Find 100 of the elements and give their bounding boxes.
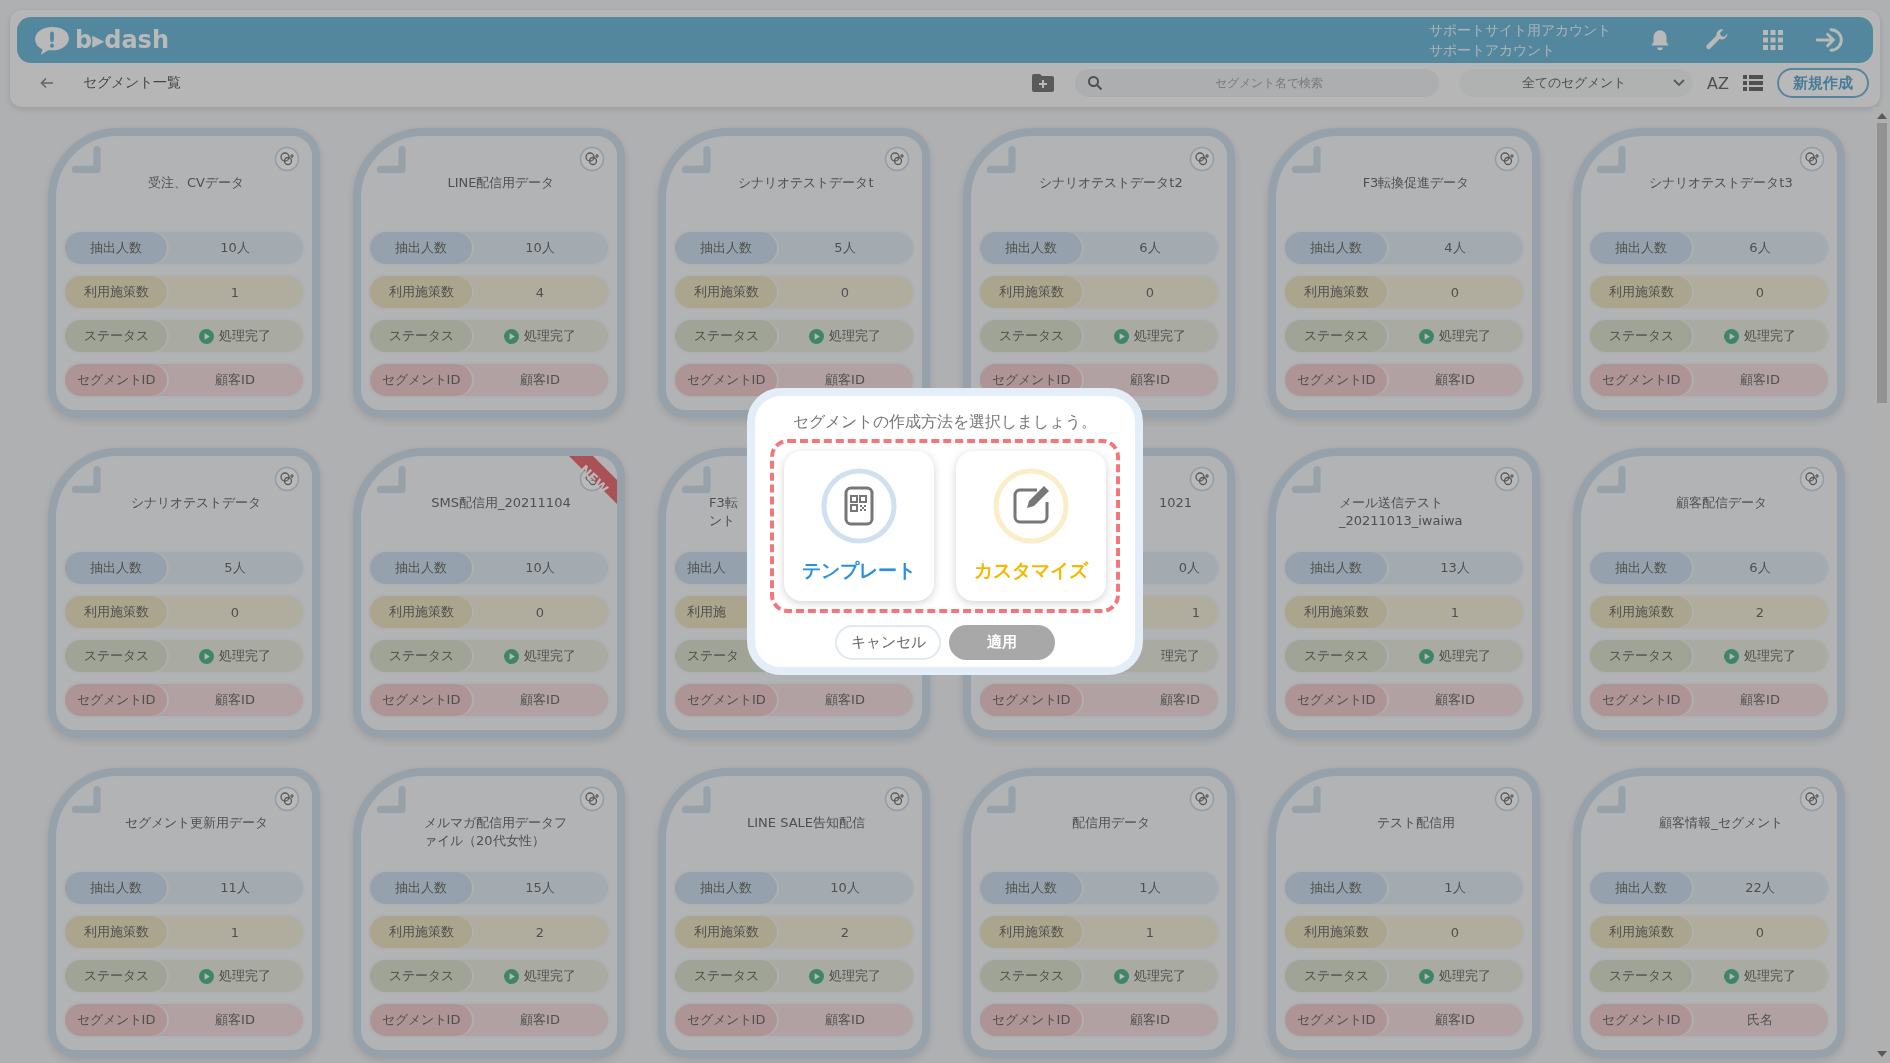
stat-label: セグメントID xyxy=(1601,371,1681,389)
stat-value: 顧客ID xyxy=(1130,371,1170,389)
stat-label: 利用施 xyxy=(687,603,726,621)
stat-value: 6人 xyxy=(1139,239,1161,257)
stat-value: 顧客ID xyxy=(1435,371,1475,389)
stat-label: ステータス xyxy=(388,327,454,345)
stat-label: セグメントID xyxy=(1601,1011,1681,1029)
card-title: シナリオテストデータt xyxy=(738,174,874,192)
stat-value: 0 xyxy=(1755,284,1765,300)
stat-value: 15人 xyxy=(525,879,555,897)
stat-value: 顧客ID xyxy=(215,371,255,389)
stat-value: 4 xyxy=(535,284,545,300)
stat-label: 抽出人数 xyxy=(395,559,447,577)
stat-value: 0 xyxy=(1450,284,1460,300)
stat-value: 1人 xyxy=(1139,879,1161,897)
stat-value: 顧客ID xyxy=(215,1011,255,1029)
stat-value: 2 xyxy=(840,924,850,940)
stat-value: 処理完了 xyxy=(1439,967,1491,985)
stat-value: 6人 xyxy=(1749,239,1771,257)
card-title: シナリオテストデータt2 xyxy=(1039,174,1183,192)
stat-label: 利用施策数 xyxy=(1608,283,1674,301)
stat-value: 1人 xyxy=(1444,879,1466,897)
stat-label: 抽出人数 xyxy=(1005,239,1057,257)
stat-label: 利用施策数 xyxy=(388,923,454,941)
stat-label: ステータス xyxy=(1303,647,1369,665)
stat-label: ステータス xyxy=(1608,647,1674,665)
stat-value: 1 xyxy=(1145,924,1155,940)
card-title: 配信用データ xyxy=(1072,814,1150,832)
stat-value: 0 xyxy=(840,284,850,300)
stat-label: ステータス xyxy=(693,327,759,345)
stat-label: 抽出人数 xyxy=(395,879,447,897)
stat-value: 処理完了 xyxy=(1439,647,1491,665)
stat-value: 5人 xyxy=(224,559,246,577)
stat-label: セグメントID xyxy=(76,371,156,389)
stat-label: 抽出人 xyxy=(687,559,726,577)
stat-value: 5人 xyxy=(834,239,856,257)
stat-value: 2 xyxy=(535,924,545,940)
stat-label: 抽出人数 xyxy=(1615,239,1667,257)
stat-label: セグメントID xyxy=(381,1011,461,1029)
stat-value: 顧客ID xyxy=(825,371,865,389)
card-title: F3転 xyxy=(709,494,738,512)
stat-value: 11人 xyxy=(220,879,250,897)
stat-label: 抽出人数 xyxy=(700,879,752,897)
stat-label: 抽出人数 xyxy=(1005,879,1057,897)
stat-label: 利用施策数 xyxy=(998,283,1064,301)
card-title: 1021 xyxy=(1158,494,1192,512)
stat-label: セグメントID xyxy=(1296,1011,1376,1029)
stat-label: 抽出人数 xyxy=(1615,559,1667,577)
card-title: SMS配信用_20211104 xyxy=(431,494,571,512)
page-title: セグメント一覧 xyxy=(83,74,181,92)
card-title: テスト配信用 xyxy=(1377,814,1455,832)
stat-label: ステータス xyxy=(693,967,759,985)
stat-label: 利用施策数 xyxy=(1303,923,1369,941)
stat-label: ステータス xyxy=(1608,327,1674,345)
stat-label: 利用施策数 xyxy=(1608,603,1674,621)
stat-value: 10人 xyxy=(220,239,250,257)
stat-value: 処理完了 xyxy=(829,327,881,345)
stat-value: 理完了 xyxy=(1161,647,1200,665)
card-title: ント xyxy=(709,512,735,530)
stat-label: セグメントID xyxy=(991,691,1071,709)
stat-value: 顧客ID xyxy=(825,1011,865,1029)
card-title: LINE配信用データ xyxy=(447,174,555,192)
stat-label: ステータス xyxy=(998,967,1064,985)
stat-label: セグメントID xyxy=(991,371,1071,389)
stat-value: 顧客ID xyxy=(825,691,865,709)
stat-value: 10人 xyxy=(525,559,555,577)
stat-label: セグメントID xyxy=(1296,691,1376,709)
stat-value: 氏名 xyxy=(1747,1011,1773,1029)
card-title: セグメント更新用データ xyxy=(124,814,268,832)
stat-value: 顧客ID xyxy=(1740,691,1780,709)
stat-value: 0 xyxy=(1145,284,1155,300)
stat-value: 処理完了 xyxy=(1744,327,1796,345)
stat-value: 10人 xyxy=(525,239,555,257)
stat-value: 処理完了 xyxy=(219,647,271,665)
stat-label: 利用施策数 xyxy=(693,283,759,301)
stat-label: セグメントID xyxy=(381,371,461,389)
stat-label: 抽出人数 xyxy=(1310,879,1362,897)
stat-value: 0 xyxy=(230,604,240,620)
stat-label: セグメントID xyxy=(76,691,156,709)
stat-value: 10人 xyxy=(830,879,860,897)
stat-label: ステータス xyxy=(388,647,454,665)
stat-value: 処理完了 xyxy=(1134,327,1186,345)
stat-label: ステータス xyxy=(1303,327,1369,345)
stat-value: 処理完了 xyxy=(829,967,881,985)
stat-value: 顧客ID xyxy=(1740,371,1780,389)
stat-label: セグメントID xyxy=(1296,371,1376,389)
stat-label: 抽出人数 xyxy=(1310,559,1362,577)
stat-label: セグメントID xyxy=(381,691,461,709)
stat-value: 処理完了 xyxy=(524,327,576,345)
stat-label: 抽出人数 xyxy=(90,879,142,897)
stat-label: 利用施策数 xyxy=(83,283,149,301)
stat-label: ステータ xyxy=(687,647,739,665)
stat-label: ステータス xyxy=(83,647,149,665)
stat-label: 利用施策数 xyxy=(998,923,1064,941)
stat-label: 利用施策数 xyxy=(693,923,759,941)
stat-label: ステータス xyxy=(83,327,149,345)
stat-label: 抽出人数 xyxy=(1310,239,1362,257)
card-title: 顧客情報_セグメント xyxy=(1659,814,1783,832)
stat-value: 0 xyxy=(1450,924,1460,940)
stat-value: 顧客ID xyxy=(1130,1011,1170,1029)
